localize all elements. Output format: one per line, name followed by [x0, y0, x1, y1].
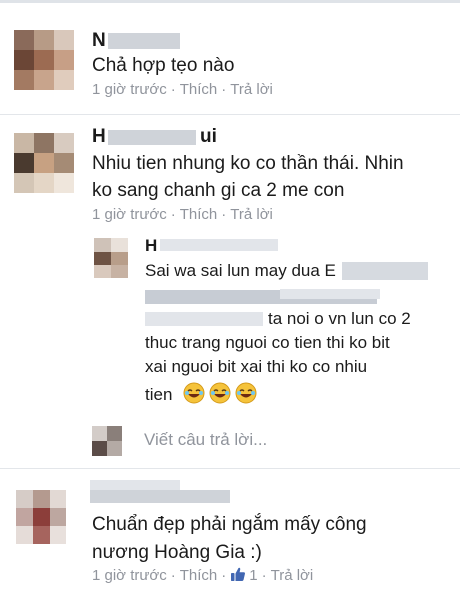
comment-time[interactable]: 1 giờ trước — [92, 206, 167, 223]
avatar[interactable] — [14, 133, 74, 193]
comment-meta: 1 giờ trước · Thích · Trả lời — [92, 81, 273, 98]
avatar — [92, 426, 122, 456]
comment-author[interactable]: N — [92, 30, 106, 52]
top-border — [0, 0, 460, 3]
reply-button[interactable]: Trả lời — [230, 81, 273, 98]
separator: · — [170, 81, 176, 98]
reply-text-line-4: thuc trang nguoi co tien thi ko bit — [145, 333, 390, 352]
reply-input[interactable]: Viết câu trả lời... — [144, 430, 267, 450]
laughing-emoji-icon — [209, 382, 231, 404]
comment-text-line-1: Nhiu tien nhung ko co thần thái. Nhin — [92, 153, 404, 174]
separator: · — [221, 206, 227, 223]
blurred-author-name — [108, 130, 196, 145]
comment-text: Chả hợp tẹo nào — [92, 55, 235, 76]
laughing-emoji-icon — [183, 382, 205, 404]
avatar[interactable] — [14, 30, 74, 90]
divider — [0, 468, 460, 469]
reply-text-line-5: xai nguoi bit xai thi ko co nhiu — [145, 357, 368, 376]
separator: · — [170, 206, 176, 223]
comment-author-end[interactable]: ui — [200, 126, 217, 148]
avatar[interactable] — [16, 490, 66, 544]
like-button[interactable]: Thích — [180, 567, 218, 584]
separator: · — [221, 81, 227, 98]
blurred-author-name — [90, 480, 180, 490]
comment-text-line-2: nương Hoàng Gia :) — [92, 542, 262, 563]
comment-time[interactable]: 1 giờ trước — [92, 567, 167, 584]
separator: · — [170, 567, 176, 584]
reply-text-line-6: tien — [145, 382, 257, 407]
separator: · — [221, 567, 227, 584]
blurred-author-name — [90, 490, 230, 503]
blurred-text — [280, 289, 380, 299]
comment-time[interactable]: 1 giờ trước — [92, 81, 167, 98]
comment-meta: 1 giờ trước · Thích · 1 · Trả lời — [92, 566, 313, 584]
reply-text-line-1: Sai wa sai lun may dua E — [145, 261, 336, 280]
like-count[interactable]: 1 — [249, 567, 257, 584]
reply-text-tail: tien — [145, 385, 173, 404]
blurred-author-name — [160, 239, 278, 251]
reply-author[interactable]: H — [145, 236, 157, 256]
reply-button[interactable]: Trả lời — [271, 567, 314, 584]
avatar[interactable] — [94, 238, 128, 278]
separator: · — [261, 567, 267, 584]
reply-text-line-3: ta noi o vn lun co 2 — [268, 309, 411, 328]
like-button[interactable]: Thích — [180, 81, 218, 98]
blurred-text — [145, 312, 263, 326]
comment-meta: 1 giờ trước · Thích · Trả lời — [92, 206, 273, 223]
laughing-emoji-icon — [235, 382, 257, 404]
comment-text-line-1: Chuẩn đẹp phải ngắm mấy công — [92, 514, 367, 535]
comment-author[interactable]: H — [92, 126, 106, 148]
reply-button[interactable]: Trả lời — [230, 206, 273, 223]
comment-text-line-2: ko sang chanh gi ca 2 me con — [92, 180, 345, 201]
like-button[interactable]: Thích — [180, 206, 218, 223]
blurred-author-name — [108, 33, 180, 49]
comment-thread: N Chả hợp tẹo nào 1 giờ trước · Thích · Trả … — [0, 0, 460, 595]
blurred-mention — [342, 262, 428, 280]
thumbs-up-icon[interactable] — [230, 566, 246, 582]
divider — [0, 114, 460, 115]
